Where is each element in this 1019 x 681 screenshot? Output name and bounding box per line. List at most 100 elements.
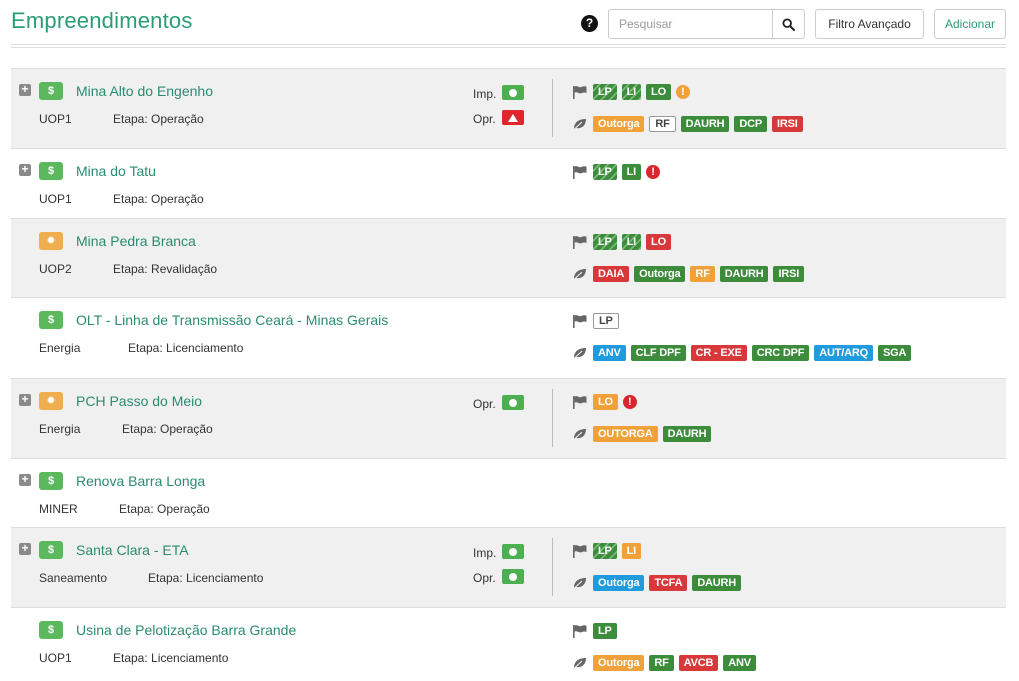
flag-icon [572, 235, 588, 249]
license-tags: LP [593, 313, 619, 329]
project-name-link[interactable]: Usina de Pelotização Barra Grande [76, 622, 296, 638]
grant-tag[interactable]: Outorga [593, 575, 645, 591]
project-unit: Energia [39, 422, 81, 436]
expand-icon[interactable]: + [19, 83, 31, 96]
grant-tag[interactable]: RF [649, 655, 674, 671]
grant-tag[interactable]: ANV [593, 345, 626, 361]
expand-icon[interactable]: + [19, 542, 31, 555]
grant-tag[interactable]: OUTORGA [593, 426, 658, 442]
vertical-divider [552, 389, 553, 447]
grant-tag[interactable]: DAURH [662, 426, 712, 442]
status-warning-icon [508, 113, 518, 122]
project-name-link[interactable]: PCH Passo do Meio [76, 393, 202, 409]
vertical-divider [552, 79, 553, 137]
header-divider [11, 44, 1006, 48]
grant-tag[interactable]: DAURH [719, 266, 769, 282]
question-circle-icon[interactable]: ? [581, 15, 598, 32]
project-unit: MINER [39, 502, 78, 516]
license-tag[interactable]: LP [593, 313, 619, 329]
license-tag[interactable]: LP [593, 234, 617, 250]
project-unit: Saneamento [39, 571, 108, 585]
grant-tag[interactable]: RF [690, 266, 715, 282]
opr-label: Opr. [473, 397, 496, 411]
dollar-icon: $ [39, 621, 63, 639]
search-button[interactable] [772, 10, 804, 38]
license-tags: LP LI LO [593, 234, 671, 250]
project-name-link[interactable]: Mina do Tatu [76, 163, 156, 179]
license-tag[interactable]: LO [646, 234, 671, 250]
grant-tag[interactable]: IRSI [773, 266, 805, 282]
alert-icon[interactable]: ! [675, 85, 690, 99]
project-stage: Etapa: Operação [119, 502, 210, 516]
expand-icon[interactable]: + [19, 393, 31, 406]
grant-tag[interactable]: Outorga [634, 266, 686, 282]
grant-tag[interactable]: AUT/ARQ [814, 345, 873, 361]
opr-label: Opr. [473, 112, 496, 126]
license-tag[interactable]: LO [646, 84, 671, 100]
advanced-filter-button[interactable]: Filtro Avançado [815, 9, 924, 39]
license-tags: LP LI [593, 543, 642, 559]
grant-tags: ANV CLF DPF CR - EXE CRC DPF AUT/ARQ SGA [593, 345, 912, 361]
dollar-icon: $ [39, 82, 63, 100]
status-ok-icon [509, 547, 517, 556]
grant-tag[interactable]: CLF DPF [630, 345, 686, 361]
gear-icon: ✹ [39, 232, 63, 250]
alert-icon[interactable]: ! [646, 165, 661, 179]
dollar-icon: $ [39, 162, 63, 180]
grant-tag[interactable]: DAURH [680, 116, 730, 132]
project-row: ✹ Mina Pedra Branca UOP2 Etapa: Revalidação… [11, 219, 1006, 298]
page-title: Empreendimentos [11, 8, 193, 33]
grant-tag[interactable]: Outorga [593, 116, 645, 132]
flag-icon [572, 624, 588, 638]
license-tag[interactable]: LP [593, 164, 617, 180]
project-stage: Etapa: Operação [122, 422, 213, 436]
project-unit: UOP1 [39, 112, 72, 126]
license-tag[interactable]: LP [593, 84, 617, 100]
license-tag[interactable]: LI [621, 234, 642, 250]
grant-tag[interactable]: AVCB [678, 655, 719, 671]
project-stage: Etapa: Operação [113, 112, 204, 126]
project-row: + ✹ PCH Passo do Meio Energia Etapa: Operaçã… [11, 379, 1006, 459]
grant-tag[interactable]: DAURH [692, 575, 742, 591]
expand-icon[interactable]: + [19, 473, 31, 486]
project-unit: UOP1 [39, 192, 72, 206]
search-input[interactable] [609, 10, 772, 38]
grant-tag[interactable]: IRSI [772, 116, 803, 132]
grant-tag[interactable]: CRC DPF [751, 345, 810, 361]
license-tags: LP LI LO! [593, 84, 690, 100]
grant-tag[interactable]: ANV [723, 655, 756, 671]
grant-tag[interactable]: DAIA [593, 266, 630, 282]
leaf-icon [572, 576, 588, 590]
license-tag[interactable]: LI [621, 164, 642, 180]
leaf-icon [572, 656, 588, 670]
grant-tags: Outorga TCFA DAURH [593, 575, 742, 591]
project-row: $ OLT - Linha de Transmissão Ceará - Mina… [11, 298, 1006, 379]
project-name-link[interactable]: OLT - Linha de Transmissão Ceará - Minas… [76, 312, 388, 328]
grant-tag[interactable]: RF [649, 116, 676, 132]
project-name-link[interactable]: Renova Barra Longa [76, 473, 205, 489]
project-row: + $ Mina Alto do Engenho UOP1 Etapa: Operaçã… [11, 69, 1006, 149]
grant-tag[interactable]: CR - EXE [690, 345, 747, 361]
expand-icon[interactable]: + [19, 163, 31, 176]
grant-tag[interactable]: SGA [877, 345, 912, 361]
license-tag[interactable]: LO [593, 394, 618, 410]
license-tags: LO! [593, 394, 637, 410]
flag-icon [572, 165, 588, 179]
project-name-link[interactable]: Mina Alto do Engenho [76, 83, 213, 99]
vertical-divider [552, 538, 553, 596]
add-button[interactable]: Adicionar [934, 9, 1006, 39]
grant-tag[interactable]: Outorga [593, 655, 645, 671]
project-name-link[interactable]: Santa Clara - ETA [76, 542, 189, 558]
grant-tag[interactable]: TCFA [649, 575, 688, 591]
license-tag[interactable]: LI [621, 543, 642, 559]
license-tag[interactable]: LP [593, 543, 617, 559]
alert-icon[interactable]: ! [622, 395, 637, 409]
dollar-icon: $ [39, 311, 63, 329]
status-ok-icon [509, 398, 517, 407]
license-tag[interactable]: LI [621, 84, 642, 100]
status-ok-icon [509, 88, 517, 97]
grant-tag[interactable]: DCP [734, 116, 768, 132]
license-tag[interactable]: LP [593, 623, 617, 639]
project-name-link[interactable]: Mina Pedra Branca [76, 233, 196, 249]
imp-status-indicator [502, 85, 524, 100]
